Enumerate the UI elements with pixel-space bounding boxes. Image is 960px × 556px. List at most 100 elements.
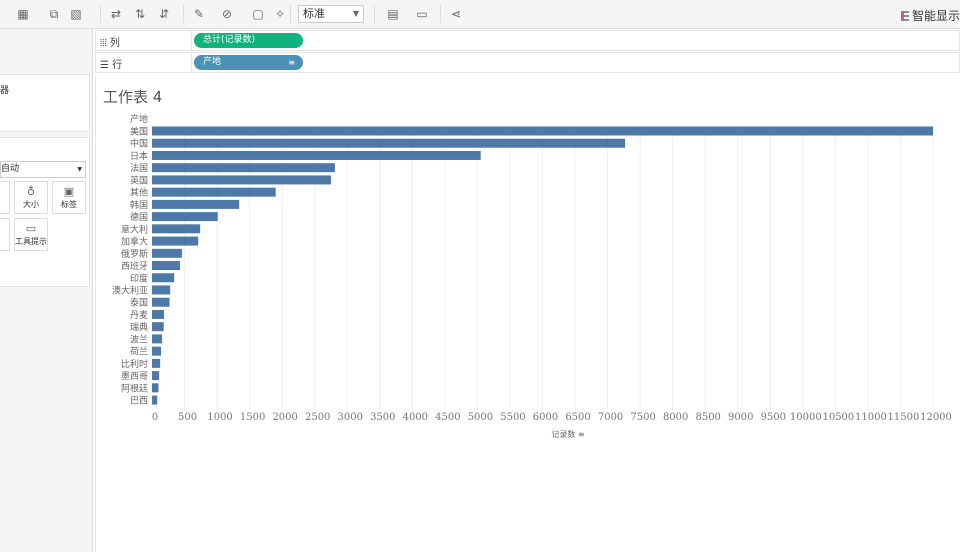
presentation-icon[interactable]: ▭ — [414, 6, 430, 22]
sort-descending-icon[interactable]: ⇵ — [156, 6, 172, 22]
toolbar-separator — [440, 5, 441, 23]
bar — [152, 261, 180, 271]
x-tick-label: 3500 — [370, 412, 395, 423]
bar — [152, 248, 182, 258]
category-label: 俄罗斯 — [121, 248, 148, 260]
tooltip-icon: ▭ — [25, 222, 37, 235]
bar — [152, 138, 626, 148]
label-icon: ▣ — [63, 185, 75, 198]
category-label: 印度 — [130, 272, 148, 284]
sheet-title: 工作表 4 — [103, 88, 163, 106]
toolbar-separator — [100, 5, 101, 23]
x-tick-label: 7500 — [630, 412, 655, 423]
detail-button[interactable]: 息 — [0, 218, 10, 251]
label-icon[interactable]: ▢ — [250, 6, 266, 22]
rows-pill-label: 产地 — [203, 57, 222, 67]
bar — [152, 395, 158, 405]
category-label: 瑞典 — [130, 321, 148, 333]
group-icon[interactable]: ⊘ — [219, 6, 235, 22]
x-tick-label: 2000 — [272, 412, 297, 423]
label-button[interactable]: ▣ 标签 — [52, 181, 86, 214]
filters-title: 器 — [0, 86, 10, 96]
filters-card: 器 — [0, 74, 90, 132]
bar — [152, 358, 161, 368]
bar — [152, 334, 163, 344]
category-label: 巴西 — [130, 396, 148, 407]
bar — [152, 383, 159, 393]
color-icon — [0, 185, 9, 199]
x-axis-title: 记录数 ≡ — [551, 429, 584, 439]
rows-shelf-label: ☰ 行 — [100, 60, 123, 71]
bar — [152, 199, 240, 209]
show-cards-icon[interactable]: ▤ — [385, 6, 401, 22]
x-tick-label: 10500 — [822, 412, 854, 423]
new-worksheet-icon[interactable]: ▦ — [15, 6, 31, 22]
clear-sheet-icon[interactable]: ▧ — [68, 6, 84, 22]
category-label: 美国 — [130, 126, 148, 138]
toolbar-separator — [290, 5, 291, 23]
pin-icon[interactable]: ✧ — [272, 6, 288, 22]
category-label: 墨西哥 — [121, 371, 148, 382]
rows-label-text: 行 — [112, 60, 123, 71]
bar — [152, 346, 162, 356]
x-tick-label: 11500 — [888, 412, 920, 423]
rows-pill[interactable]: 产地 ≡ — [194, 55, 303, 70]
category-label: 意大利 — [121, 223, 148, 235]
size-icon: ♁ — [26, 185, 36, 198]
x-tick-label: 11000 — [855, 412, 887, 423]
category-label: 中国 — [130, 138, 148, 150]
color-button[interactable]: 色 — [0, 181, 10, 214]
bar — [152, 224, 201, 234]
category-label: 荷兰 — [130, 346, 148, 358]
bar — [152, 150, 481, 160]
tooltip-label: 工具提示 — [15, 237, 47, 246]
swap-icon[interactable]: ⇄ — [108, 6, 124, 22]
duplicate-icon[interactable]: ⧉ — [46, 6, 62, 22]
marks-type-select[interactable]: 自动 ▼ — [0, 161, 86, 178]
x-tick-label: 5000 — [468, 412, 493, 423]
x-tick-label: 6000 — [533, 412, 558, 423]
toolbar-separator — [183, 5, 184, 23]
fit-select-value: 标准 — [303, 7, 325, 20]
fit-select[interactable]: 标准 ▼ — [298, 5, 364, 23]
sort-ascending-icon[interactable]: ⇅ — [132, 6, 148, 22]
x-tick-label: 5500 — [500, 412, 525, 423]
toolbar: ▦ ⧉ ▧ ⇄ ⇅ ⇵ ✎ ⊘ ▢ ✧ ▤ ▭ ⋖ — [0, 0, 960, 29]
bar — [152, 322, 164, 332]
divider — [191, 31, 192, 50]
category-label: 德国 — [130, 211, 148, 223]
x-tick-label: 9500 — [761, 412, 786, 423]
share-icon[interactable]: ⋖ — [448, 6, 464, 22]
x-tick-label: 0 — [152, 412, 158, 423]
x-tick-label: 500 — [178, 412, 197, 423]
chevron-down-icon: ▼ — [352, 9, 359, 18]
columns-pill[interactable]: 总计(记录数) — [194, 33, 303, 48]
category-label: 韩国 — [130, 199, 148, 211]
columns-label-text: 列 — [109, 38, 120, 49]
category-label: 丹麦 — [130, 309, 148, 321]
bar — [152, 285, 171, 295]
x-tick-label: 3000 — [338, 412, 363, 423]
columns-shelf: ⦙⦙⦙ 列 总计(记录数) — [95, 30, 960, 51]
bar — [152, 175, 331, 185]
x-tick-label: 12000 — [920, 412, 952, 423]
x-tick-label: 9000 — [728, 412, 753, 423]
highlight-icon[interactable]: ✎ — [191, 6, 207, 22]
x-tick-label: 7000 — [598, 412, 623, 423]
x-tick-label: 8000 — [663, 412, 688, 423]
category-label: 波兰 — [130, 333, 148, 345]
tooltip-button[interactable]: ▭ 工具提示 — [14, 218, 48, 251]
marks-type-value: 自动 — [1, 164, 20, 174]
bar — [152, 297, 170, 307]
size-button[interactable]: ♁ 大小 — [14, 181, 48, 214]
smart-show-button[interactable]: 智能显示 — [900, 7, 960, 24]
bar — [152, 273, 175, 283]
category-label: 泰国 — [130, 297, 148, 309]
x-tick-label: 6500 — [565, 412, 590, 423]
category-label: 比利时 — [121, 358, 148, 370]
left-pane: 器 自动 ▼ 色 ♁ 大小 ▣ 标签 息 ▭ 工具提示 — [0, 29, 93, 552]
bar — [152, 126, 933, 136]
row-header: 产地 — [130, 113, 148, 125]
label-label: 标签 — [61, 200, 77, 209]
x-tick-label: 8500 — [695, 412, 720, 423]
